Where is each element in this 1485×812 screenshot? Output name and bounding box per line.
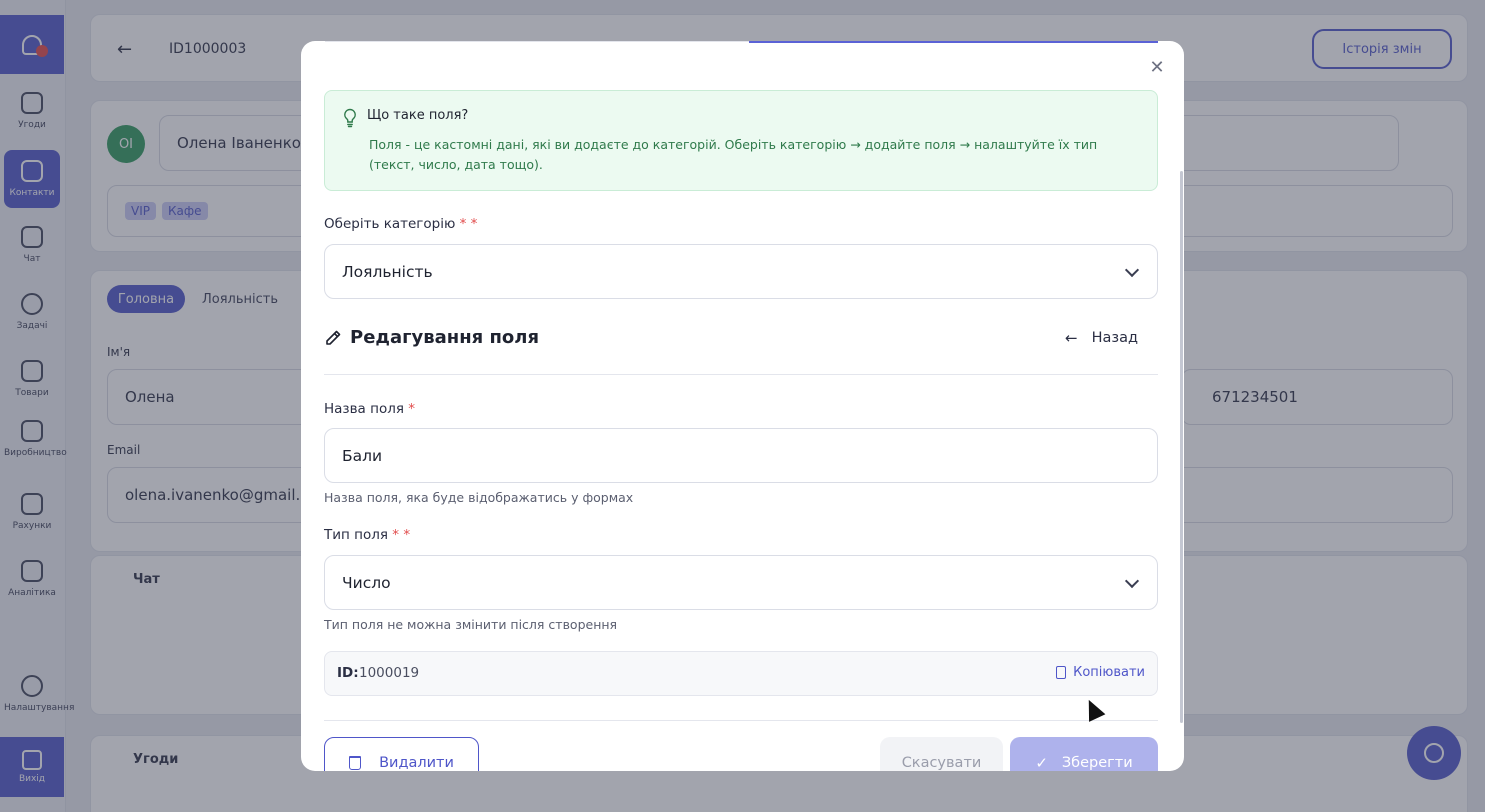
field-id-box: ID: 1000019 Копіювати <box>324 651 1158 696</box>
arrow-left-icon: ← <box>1065 329 1078 347</box>
info-text: Поля - це кастомні дані, які ви додаєте … <box>369 137 1098 172</box>
section-divider <box>324 374 1158 375</box>
info-box: Що таке поля? Поля - це кастомні дані, я… <box>324 90 1158 191</box>
chevron-down-icon <box>1124 573 1140 589</box>
back-button[interactable]: ← Назад <box>1065 329 1138 347</box>
required-mark: * * <box>459 216 478 232</box>
edit-field-modal: ✕ Що таке поля? Поля - це кастомні дані,… <box>301 41 1184 771</box>
id-label: ID: <box>337 665 359 681</box>
section-title: Редагування поля <box>350 327 539 348</box>
id-value: 1000019 <box>359 665 420 681</box>
field-name-input[interactable] <box>324 428 1158 483</box>
section-header: Редагування поля <box>324 327 539 348</box>
close-icon[interactable]: ✕ <box>1147 57 1167 78</box>
delete-label: Видалити <box>379 755 454 771</box>
save-button[interactable]: ✓ Зберегти <box>1010 737 1158 771</box>
field-type-hint: Тип поля не можна змінити після створенн… <box>324 617 618 632</box>
cancel-label: Скасувати <box>901 755 982 771</box>
copy-button[interactable]: Копіювати <box>1056 665 1145 680</box>
delete-button[interactable]: Видалити <box>324 737 479 771</box>
pencil-icon <box>326 330 341 345</box>
field-type-select[interactable]: Число <box>324 555 1158 610</box>
clipboard-icon <box>1056 666 1067 679</box>
field-type-select-value: Число <box>342 573 391 592</box>
trash-icon <box>349 756 362 770</box>
info-title: Що таке поля? <box>367 108 469 123</box>
field-name-label: Назва поля * <box>324 401 416 417</box>
modal-scrollbar[interactable] <box>1180 171 1183 723</box>
category-select-value: Лояльність <box>342 262 433 281</box>
copy-label: Копіювати <box>1073 665 1145 680</box>
back-label: Назад <box>1091 330 1138 346</box>
required-mark: * * <box>392 527 411 543</box>
category-label: Оберіть категорію * * <box>324 216 478 232</box>
field-name-hint: Назва поля, яка буде відображатись у фор… <box>324 490 634 505</box>
footer-divider <box>324 720 1158 721</box>
lightbulb-icon <box>344 108 356 128</box>
check-icon: ✓ <box>1035 754 1048 771</box>
save-label: Зберегти <box>1061 755 1133 771</box>
cancel-button[interactable]: Скасувати <box>880 737 1003 771</box>
active-tab-indicator <box>749 41 1158 43</box>
field-type-label: Тип поля * * <box>324 527 411 543</box>
chevron-down-icon <box>1124 262 1140 278</box>
required-mark: * <box>408 401 416 417</box>
category-select[interactable]: Лояльність <box>324 244 1158 299</box>
